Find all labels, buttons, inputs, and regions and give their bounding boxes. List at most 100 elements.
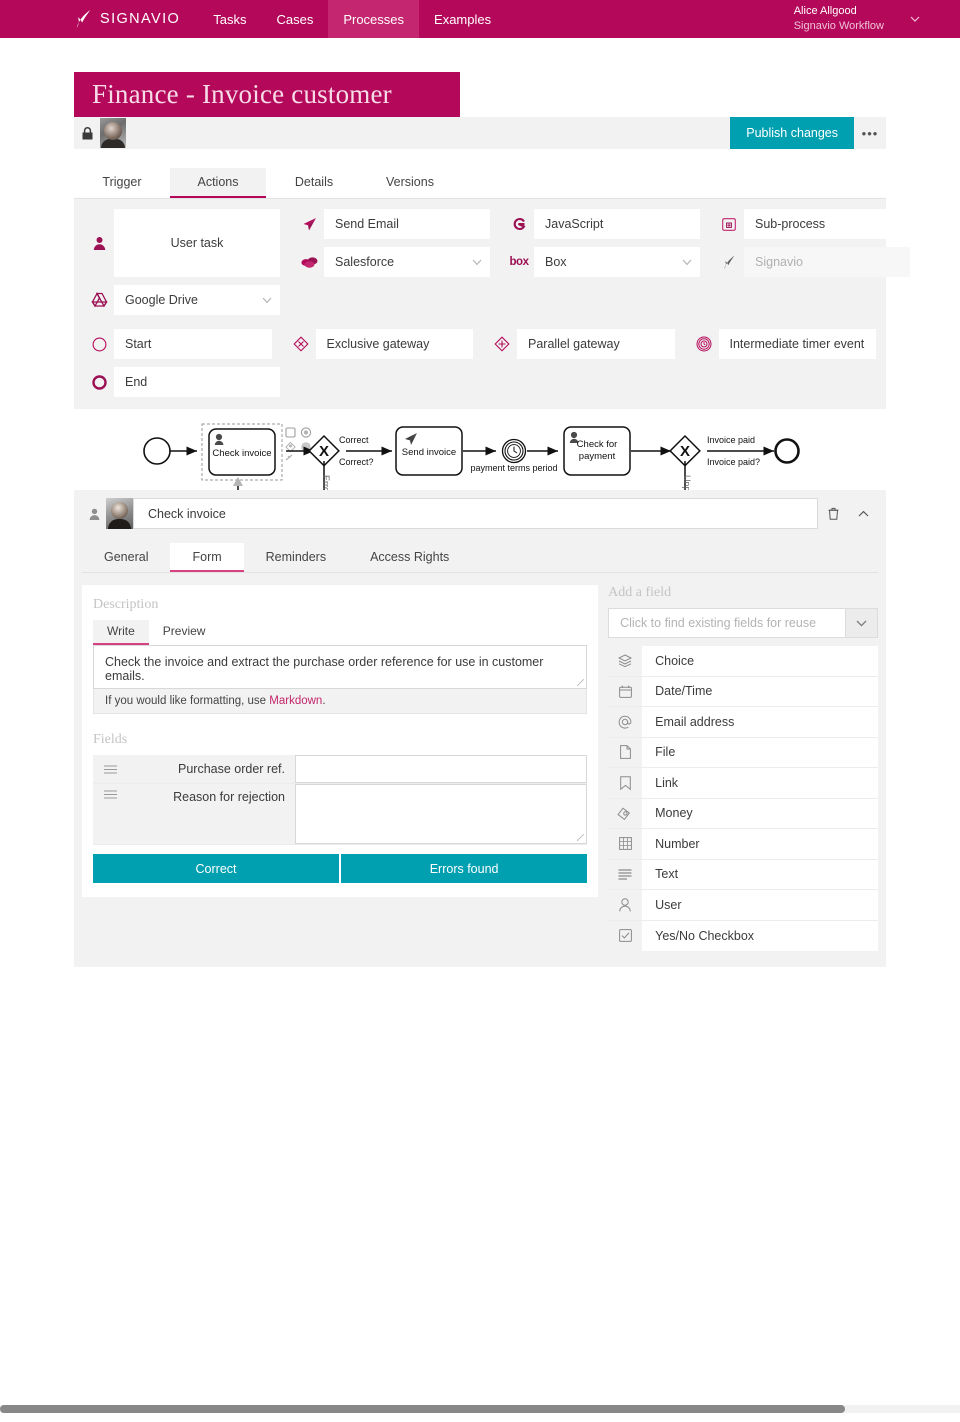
markdown-link[interactable]: Markdown bbox=[269, 695, 322, 707]
tab-general[interactable]: General bbox=[82, 543, 170, 572]
field-type-number[interactable]: Number bbox=[608, 829, 878, 860]
palette-tile-start[interactable]: Start bbox=[84, 329, 272, 359]
nav-item-examples[interactable]: Examples bbox=[419, 0, 506, 38]
reuse-field-input[interactable]: Click to find existing fields for reuse bbox=[608, 608, 846, 638]
palette-tile-send-email[interactable]: Send Email bbox=[294, 209, 490, 239]
field-type-label: Number bbox=[655, 836, 700, 851]
brand-name: SIGNAVIO bbox=[100, 11, 181, 27]
markdown-hint: If you would like formatting, use Markdo… bbox=[93, 689, 588, 714]
form-field-textarea[interactable] bbox=[295, 784, 588, 844]
description-textarea[interactable]: Check the invoice and extract the purcha… bbox=[93, 645, 588, 689]
user-name: Alice Allgood bbox=[793, 5, 857, 18]
exclusive-gateway-icon bbox=[285, 329, 316, 359]
field-type-yesno-checkbox[interactable]: Yes/No Checkbox bbox=[608, 920, 878, 951]
google-drive-icon bbox=[84, 285, 114, 315]
action-palette: User task Google Drive Send Email Salesf… bbox=[74, 199, 910, 409]
bpmn-start-event[interactable] bbox=[143, 437, 171, 465]
palette-tile-signavio[interactable]: Signavio bbox=[714, 247, 910, 277]
field-type-label: Date/Time bbox=[655, 684, 713, 699]
collapse-panel-button[interactable] bbox=[848, 498, 878, 529]
palette-tile-javascript[interactable]: JavaScript bbox=[504, 209, 700, 239]
chevron-down-icon[interactable] bbox=[846, 608, 878, 638]
palette-tile-user-task[interactable]: User task bbox=[84, 209, 280, 277]
checkbox-icon bbox=[608, 920, 643, 951]
user-task-icon bbox=[84, 209, 114, 277]
bpmn-task-check-invoice-label: Check invoice bbox=[212, 448, 271, 459]
scrollbar-thumb[interactable] bbox=[0, 1405, 845, 1413]
palette-tile-salesforce[interactable]: Salesforce bbox=[294, 247, 490, 277]
field-type-datetime[interactable]: Date/Time bbox=[608, 676, 878, 707]
tab-write[interactable]: Write bbox=[93, 620, 149, 645]
tab-details[interactable]: Details bbox=[266, 168, 362, 198]
bpmn-gateway-invoice-paid-label: Invoice paid? bbox=[707, 457, 760, 467]
form-action-buttons: Correct Errors found bbox=[93, 854, 588, 883]
chevron-down-icon bbox=[910, 16, 920, 22]
palette-tile-intermediate-timer-event[interactable]: Intermediate timer event bbox=[688, 329, 876, 359]
nav-item-processes[interactable]: Processes bbox=[328, 0, 420, 38]
nav-items: Tasks Cases Processes Examples bbox=[198, 0, 506, 38]
palette-tile-google-drive[interactable]: Google Drive bbox=[84, 285, 280, 315]
delete-task-button[interactable] bbox=[818, 498, 848, 529]
bpmn-end-event[interactable] bbox=[774, 438, 800, 464]
field-type-email[interactable]: Email address bbox=[608, 707, 878, 738]
signavio-logo-icon bbox=[76, 10, 91, 28]
form-right-column: Add a field Click to find existing field… bbox=[608, 585, 878, 951]
nav-item-tasks[interactable]: Tasks bbox=[198, 0, 261, 38]
user-menu[interactable]: Alice Allgood Signavio Workflow bbox=[794, 0, 920, 38]
process-owner-avatar[interactable] bbox=[100, 118, 126, 148]
tab-preview[interactable]: Preview bbox=[149, 620, 220, 645]
tab-versions[interactable]: Versions bbox=[362, 168, 458, 198]
palette-tile-intermediate-timer-label: Intermediate timer event bbox=[729, 337, 865, 351]
field-type-money[interactable]: Money bbox=[608, 798, 878, 829]
tab-trigger[interactable]: Trigger bbox=[74, 168, 170, 198]
field-type-label: Yes/No Checkbox bbox=[655, 928, 755, 943]
palette-tile-end[interactable]: End bbox=[84, 367, 280, 397]
form-button-errors-found[interactable]: Errors found bbox=[341, 854, 588, 883]
tab-form[interactable]: Form bbox=[170, 543, 244, 572]
field-type-label: File bbox=[655, 745, 676, 760]
palette-tile-parallel-gateway[interactable]: Parallel gateway bbox=[487, 329, 675, 359]
palette-tile-sub-process[interactable]: Sub-process bbox=[714, 209, 910, 239]
palette-tile-signavio-label: Signavio bbox=[755, 255, 803, 269]
tab-actions[interactable]: Actions bbox=[170, 168, 266, 198]
palette-tile-exclusive-gateway[interactable]: Exclusive gateway bbox=[285, 329, 473, 359]
chevron-down-icon[interactable] bbox=[674, 247, 700, 277]
form-field-row: Reason for rejection bbox=[93, 784, 588, 845]
end-event-icon bbox=[84, 367, 114, 397]
publish-changes-button[interactable]: Publish changes bbox=[730, 117, 854, 149]
field-type-label: Text bbox=[655, 867, 679, 882]
bpmn-timer-event[interactable] bbox=[501, 438, 527, 464]
field-type-list: Choice Date/Time Email address File Link… bbox=[608, 646, 878, 951]
page-title: Finance - Invoice customer bbox=[92, 79, 392, 109]
field-type-choice[interactable]: Choice bbox=[608, 646, 878, 677]
more-options-button[interactable]: ••• bbox=[854, 117, 886, 149]
context-pad[interactable] bbox=[285, 427, 312, 461]
tab-reminders[interactable]: Reminders bbox=[244, 543, 348, 572]
toolbar-actions: Publish changes ••• bbox=[730, 117, 886, 149]
reuse-field-selector[interactable]: Click to find existing fields for reuse bbox=[608, 608, 878, 638]
send-email-icon bbox=[294, 209, 324, 239]
task-assignee-avatar[interactable] bbox=[106, 498, 133, 529]
tab-access-rights[interactable]: Access Rights bbox=[348, 543, 471, 572]
bpmn-gateway-invoice-paid-marker: X bbox=[680, 443, 690, 460]
field-type-link[interactable]: Link bbox=[608, 768, 878, 799]
form-button-correct[interactable]: Correct bbox=[93, 854, 340, 883]
horizontal-scrollbar[interactable] bbox=[0, 1405, 960, 1413]
salesforce-icon bbox=[294, 247, 324, 277]
chevron-down-icon[interactable] bbox=[254, 285, 280, 315]
palette-col-3: JavaScript box Box bbox=[504, 209, 700, 315]
task-detail-tabs: General Form Reminders Access Rights bbox=[82, 543, 878, 573]
palette-tile-box[interactable]: box Box bbox=[504, 247, 700, 277]
form-field-input[interactable] bbox=[295, 755, 588, 783]
field-type-user[interactable]: User bbox=[608, 890, 878, 921]
chevron-down-icon[interactable] bbox=[464, 247, 490, 277]
user-task-type-icon bbox=[82, 498, 106, 529]
drag-handle-icon[interactable] bbox=[93, 784, 127, 844]
drag-handle-icon[interactable] bbox=[93, 755, 127, 783]
task-name-input[interactable]: Check invoice bbox=[133, 498, 818, 529]
field-type-file[interactable]: File bbox=[608, 737, 878, 768]
sub-process-icon bbox=[714, 209, 744, 239]
nav-item-cases[interactable]: Cases bbox=[261, 0, 328, 38]
brand-logo-group[interactable]: SIGNAVIO bbox=[0, 0, 198, 38]
field-type-text[interactable]: Text bbox=[608, 859, 878, 890]
